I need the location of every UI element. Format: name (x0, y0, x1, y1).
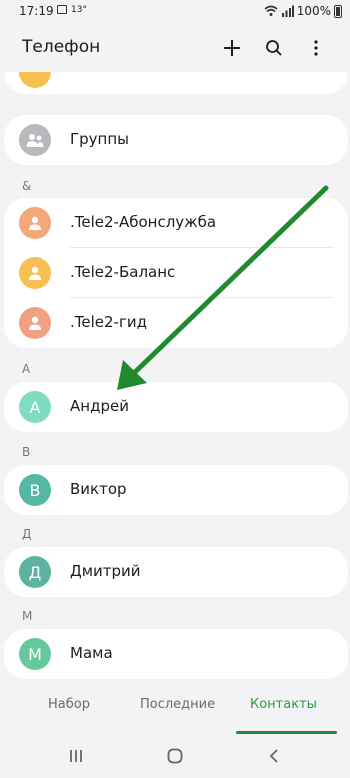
contact-list[interactable]: Группы & .Tele2-Абонслужба .Tele2-Баланс… (0, 72, 350, 682)
search-icon (266, 40, 282, 56)
contact-row[interactable]: А Андрей (4, 382, 348, 432)
plus-icon (224, 40, 240, 56)
groups-row[interactable]: Группы (4, 115, 348, 165)
recents-icon[interactable] (68, 748, 84, 764)
gallery-notification-icon (57, 5, 67, 14)
contact-avatar (19, 207, 51, 239)
contact-avatar: М (19, 638, 51, 670)
section-card: .Tele2-Абонслужба .Tele2-Баланс .Tele2-г… (4, 198, 348, 348)
more-vert-icon (314, 40, 318, 56)
page-title: Телефон (22, 37, 101, 57)
contact-avatar: В (19, 474, 51, 506)
battery-icon (334, 4, 342, 18)
section-header: & (22, 179, 32, 193)
contact-name: .Tele2-Абонслужба (70, 213, 217, 231)
tab-dialer[interactable]: Набор (48, 697, 90, 712)
home-icon[interactable] (167, 748, 183, 764)
bottom-tabs: Набор Последние Контакты (0, 684, 350, 734)
contact-name: Мама (70, 644, 113, 662)
contact-row[interactable]: .Tele2-Баланс (4, 248, 348, 298)
status-time: 17:19 (19, 4, 54, 18)
section-header: В (22, 445, 31, 459)
contact-row[interactable]: М Мама (4, 629, 348, 679)
section-header: А (22, 362, 31, 376)
system-nav-bar (0, 738, 350, 778)
contact-row[interactable]: .Tele2-гид (4, 298, 348, 348)
contact-avatar (19, 72, 51, 88)
app-bar: Телефон (0, 24, 350, 72)
status-temperature: 13° (71, 5, 87, 15)
contact-name: Дмитрий (70, 562, 141, 580)
contact-row[interactable]: Д Дмитрий (4, 547, 348, 597)
section-header: М (22, 609, 33, 623)
tab-contacts[interactable]: Контакты (250, 697, 317, 712)
signal-icon (281, 5, 294, 17)
back-icon[interactable] (268, 748, 280, 764)
contact-avatar: Д (19, 556, 51, 588)
contact-name: Андрей (70, 397, 129, 415)
add-contact-button[interactable] (220, 36, 244, 60)
active-tab-indicator (236, 731, 337, 734)
section-header: Д (22, 527, 32, 541)
partial-card[interactable] (4, 72, 348, 94)
contact-avatar: А (19, 391, 51, 423)
wifi-icon (264, 5, 278, 16)
status-bar: 17:19 13° 100% (0, 0, 350, 24)
contact-name: .Tele2-гид (70, 313, 147, 331)
contact-avatar (19, 257, 51, 289)
more-options-button[interactable] (304, 36, 328, 60)
contact-row[interactable]: .Tele2-Абонслужба (4, 198, 348, 248)
contact-name: Виктор (70, 480, 127, 498)
groups-label: Группы (70, 130, 130, 148)
person-icon (29, 216, 41, 230)
tab-recent[interactable]: Последние (140, 697, 215, 712)
battery-percent: 100% (296, 4, 331, 18)
groups-icon (26, 134, 44, 147)
search-button[interactable] (262, 36, 286, 60)
person-icon (29, 266, 41, 280)
contact-name: .Tele2-Баланс (70, 263, 176, 281)
person-icon (29, 316, 41, 330)
groups-avatar (19, 124, 51, 156)
contact-row[interactable]: В Виктор (4, 465, 348, 515)
contact-avatar (19, 307, 51, 339)
